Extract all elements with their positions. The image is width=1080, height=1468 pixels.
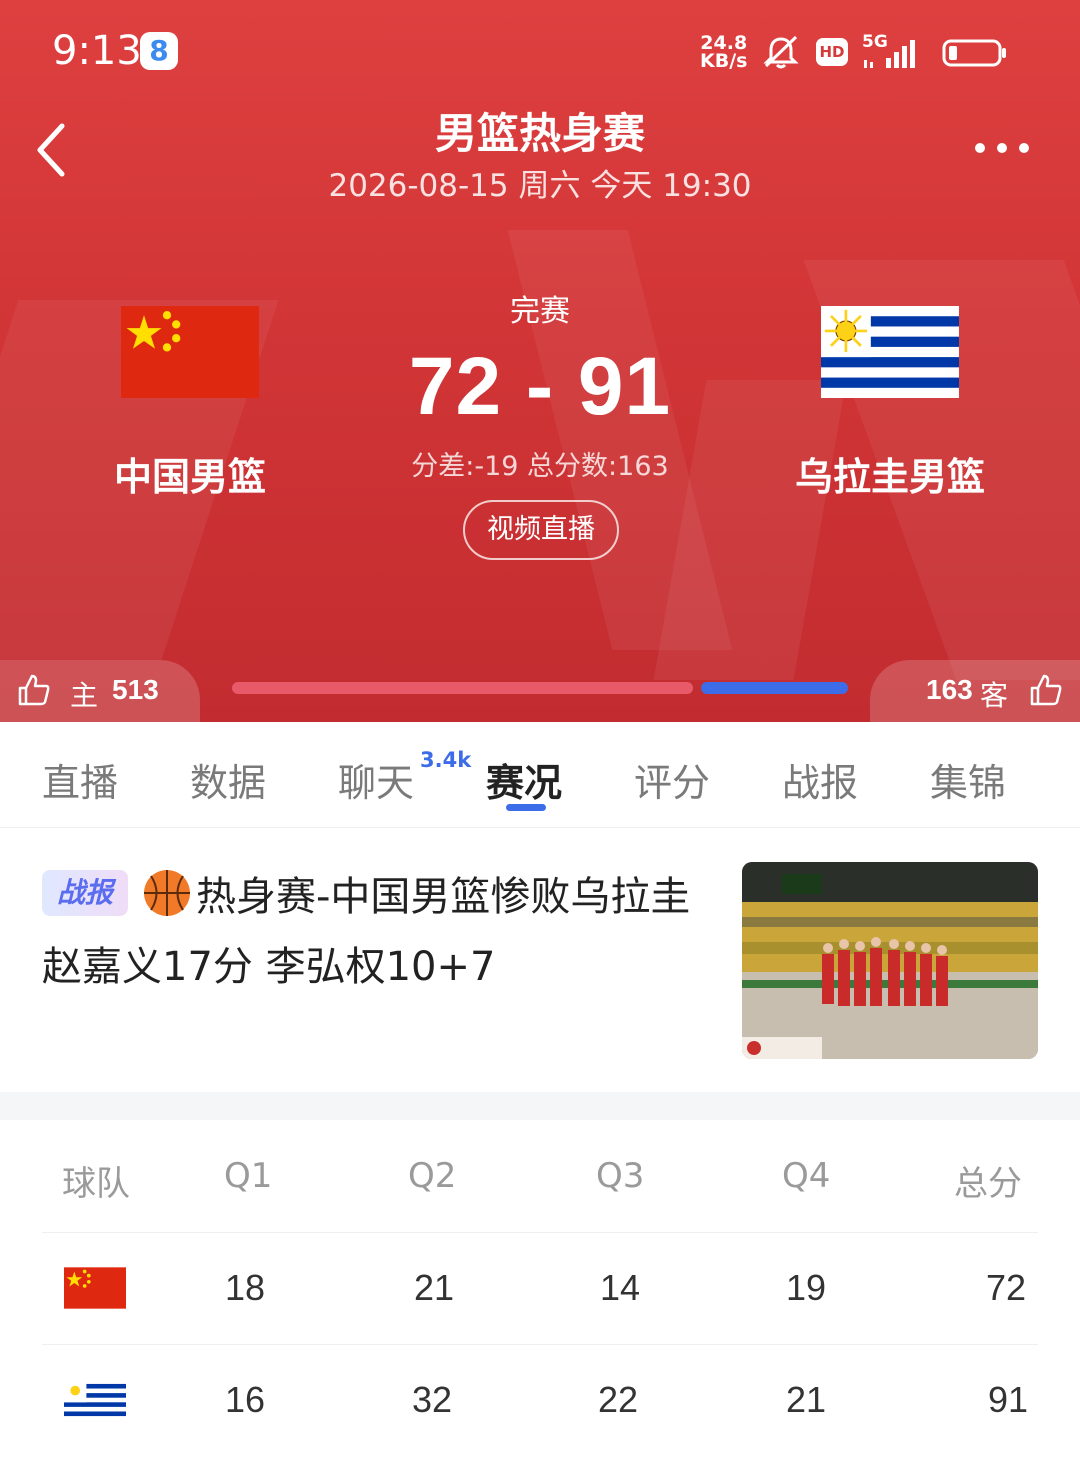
match-datetime: 2026-08-15 周六 今天 19:30 (328, 168, 752, 204)
away-q3: 22 (598, 1379, 639, 1420)
app-badge-icon: 8 (140, 32, 178, 70)
tab-highlights[interactable]: 集锦 (930, 752, 1006, 807)
mute-bell-icon (763, 35, 799, 69)
video-live-button[interactable]: 视频直播 (463, 500, 619, 560)
china-flag-icon (64, 1267, 126, 1309)
away-vote-progress (701, 682, 848, 694)
report-tag: 战报 (42, 870, 128, 916)
home-q1: 18 (225, 1267, 266, 1308)
header-q1: Q1 (224, 1156, 273, 1196)
away-q4: 21 (786, 1379, 827, 1420)
table-row: 16 32 22 21 91 (42, 1344, 1038, 1456)
home-vote[interactable]: 主 513 (0, 660, 200, 722)
header-q4: Q4 (782, 1156, 831, 1196)
thumbs-up-icon[interactable] (1028, 672, 1064, 708)
home-q2: 21 (414, 1267, 455, 1308)
match-header: 9:13 8 24.8 KB/s HD 5G 男篮热身赛 2026-08-15 … (0, 0, 1080, 722)
home-q3: 14 (600, 1267, 641, 1308)
away-q2: 32 (412, 1379, 453, 1420)
thumbs-up-icon[interactable] (16, 672, 52, 708)
tab-chat[interactable]: 聊天 (338, 752, 414, 807)
tab-ratings[interactable]: 评分 (634, 752, 710, 807)
away-q1: 16 (225, 1379, 266, 1420)
away-total: 91 (988, 1379, 1029, 1420)
tab-bar: 直播 数据 聊天 3.4k 赛况 评分 战报 集锦 (0, 722, 1080, 828)
home-total: 72 (986, 1267, 1027, 1308)
tab-game-status[interactable]: 赛况 (486, 752, 562, 807)
match-status: 完赛 (510, 294, 570, 329)
header-q3: Q3 (596, 1156, 645, 1196)
away-vote[interactable]: 163 客 (870, 660, 1080, 722)
hd-icon: HD (816, 38, 848, 66)
quarter-score-table: 球队 Q1 Q2 Q3 Q4 总分 18 21 14 19 72 16 32 2… (0, 1120, 1080, 1468)
page-title: 男篮热身赛 (434, 109, 645, 158)
tab-report[interactable]: 战报 (782, 752, 858, 807)
support-vote-bar: 主 513 163 客 (0, 660, 1080, 722)
tab-live[interactable]: 直播 (42, 752, 118, 807)
clock: 9:13 (52, 28, 142, 74)
home-q4: 19 (786, 1267, 827, 1308)
header-total: 总分 (954, 1164, 1022, 1204)
home-vote-count: 513 (112, 674, 159, 705)
score-summary: 分差:-19 总分数:163 (411, 451, 669, 482)
net-speed: 24.8 KB/s (700, 34, 748, 72)
home-vote-progress (232, 682, 693, 694)
chat-count-badge: 3.4k (420, 748, 472, 772)
status-bar: 9:13 8 24.8 KB/s HD 5G (0, 0, 1080, 100)
uruguay-flag-icon (64, 1379, 126, 1421)
more-dots-icon[interactable] (968, 128, 1038, 168)
vote-progress (232, 682, 848, 694)
away-vote-count: 163 (926, 674, 973, 705)
net-speed-unit: KB/s (700, 50, 748, 72)
header-team: 球队 (62, 1164, 130, 1204)
section-divider (0, 1092, 1080, 1120)
news-thumbnail-image[interactable] (742, 862, 1038, 1059)
table-row: 18 21 14 19 72 (42, 1232, 1038, 1344)
tab-stats[interactable]: 数据 (190, 752, 266, 807)
basketball-icon (144, 870, 190, 916)
away-label: 客 (980, 679, 1009, 712)
match-score: 72 - 91 (408, 341, 672, 432)
home-label: 主 (70, 679, 99, 712)
battery-icon (942, 39, 1006, 67)
signal-label: 5G (862, 32, 888, 52)
header-q2: Q2 (408, 1156, 457, 1196)
news-card[interactable]: 热身赛-中国男篮惨败乌拉圭 赵嘉义17分 李弘权10+7 战报 (0, 828, 1080, 1092)
active-tab-indicator (506, 804, 546, 811)
